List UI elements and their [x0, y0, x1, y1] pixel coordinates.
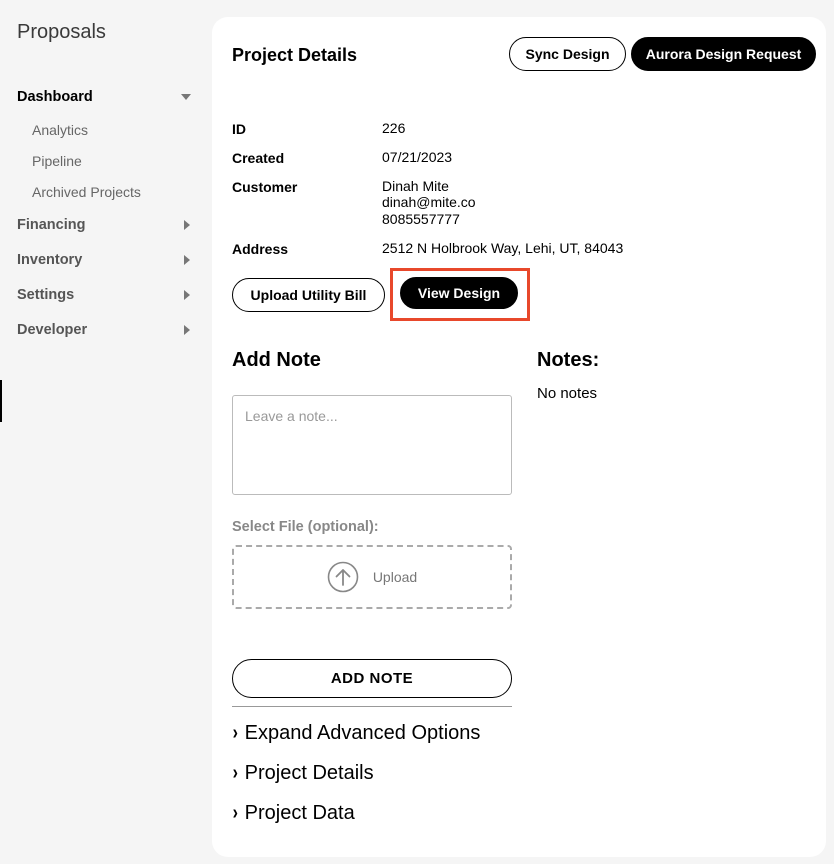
address-label: Address: [232, 241, 289, 257]
chevron-right-icon: [184, 255, 190, 265]
id-label: ID: [232, 121, 246, 137]
nav-developer[interactable]: Developer: [17, 322, 195, 338]
customer-email: dinah@mite.co: [382, 194, 476, 210]
nav-item-pipeline[interactable]: Pipeline: [32, 153, 82, 169]
chevron-right-icon: [184, 220, 190, 230]
nav-developer-label: Developer: [17, 322, 88, 338]
nav-dashboard[interactable]: Dashboard: [17, 89, 195, 105]
no-notes-text: No notes: [537, 385, 598, 402]
expand-advanced-options-label: Expand Advanced Options: [244, 722, 481, 744]
expand-project-details-label: Project Details: [244, 762, 374, 784]
highlight-box: [390, 268, 530, 321]
notes-heading: Notes:: [537, 349, 600, 371]
nav-item-archived-projects[interactable]: Archived Projects: [32, 184, 141, 200]
expand-project-details[interactable]: › Project Details: [232, 762, 374, 785]
add-note-button[interactable]: ADD NOTE: [232, 659, 512, 698]
divider: [232, 706, 512, 707]
page-title: Project Details: [232, 45, 358, 65]
chevron-right-icon: ›: [232, 762, 239, 784]
chevron-right-icon: [184, 325, 190, 335]
aurora-design-request-button[interactable]: Aurora Design Request: [631, 37, 816, 71]
select-file-label: Select File (optional):: [232, 519, 379, 535]
expand-project-data-label: Project Data: [244, 802, 355, 824]
customer-phone: 8085557777: [382, 211, 460, 227]
upload-arrow-icon: [327, 561, 359, 593]
nav-financing-label: Financing: [17, 217, 86, 233]
project-card: Project Details Sync Design Aurora Desig…: [212, 17, 826, 857]
nav-inventory[interactable]: Inventory: [17, 252, 195, 268]
window-edge-marker: [0, 380, 2, 422]
brand-title: Proposals: [17, 21, 106, 43]
add-note-heading: Add Note: [232, 349, 321, 371]
chevron-right-icon: ›: [232, 722, 239, 744]
nav-item-analytics[interactable]: Analytics: [32, 122, 88, 138]
expand-advanced-options[interactable]: › Expand Advanced Options: [232, 722, 481, 745]
nav-financing[interactable]: Financing: [17, 217, 195, 233]
id-value: 226: [382, 120, 406, 136]
address-value: 2512 N Holbrook Way, Lehi, UT, 84043: [382, 240, 624, 256]
chevron-down-icon: [181, 94, 191, 100]
created-value: 07/21/2023: [382, 149, 453, 165]
created-label: Created: [232, 150, 285, 166]
sync-design-button[interactable]: Sync Design: [509, 37, 626, 71]
chevron-right-icon: ›: [232, 802, 239, 824]
customer-name: Dinah Mite: [382, 178, 449, 194]
expand-project-data[interactable]: › Project Data: [232, 802, 355, 825]
upload-label: Upload: [372, 569, 418, 585]
sidebar: Proposals Dashboard Analytics Pipeline A…: [0, 0, 210, 864]
upload-dropzone[interactable]: Upload: [232, 545, 512, 609]
nav-settings[interactable]: Settings: [17, 287, 195, 303]
upload-utility-bill-button[interactable]: Upload Utility Bill: [232, 278, 385, 312]
chevron-right-icon: [184, 290, 190, 300]
customer-label: Customer: [232, 179, 298, 195]
nav-inventory-label: Inventory: [17, 252, 83, 268]
note-textarea[interactable]: [232, 395, 512, 495]
nav-settings-label: Settings: [17, 287, 75, 303]
nav-dashboard-label: Dashboard: [17, 89, 93, 105]
